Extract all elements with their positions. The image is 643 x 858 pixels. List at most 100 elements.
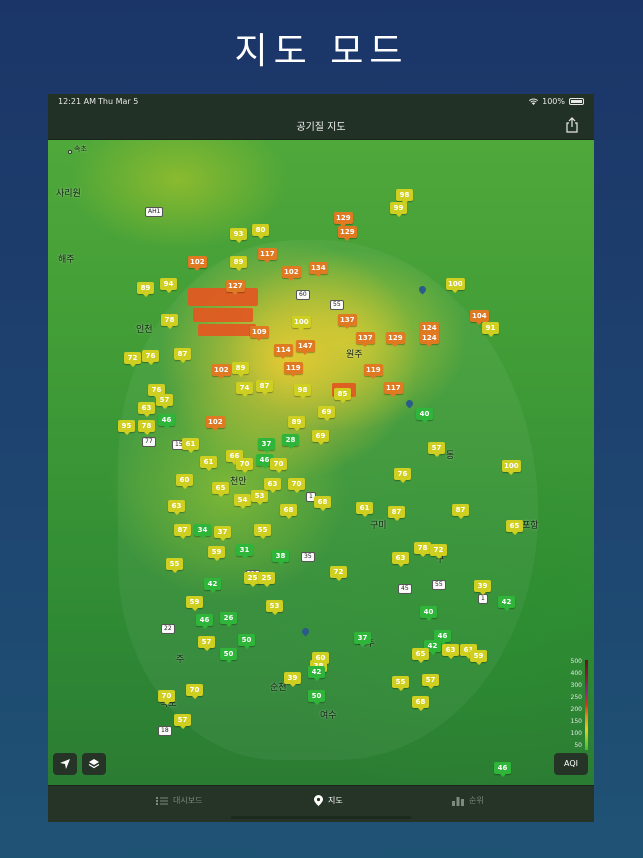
aqi-marker[interactable]: 65 [412, 648, 429, 663]
aqi-marker[interactable]: 63 [264, 478, 281, 493]
aqi-marker[interactable]: 117 [384, 382, 403, 397]
aqi-marker[interactable]: 98 [294, 384, 311, 399]
aqi-marker[interactable]: 63 [442, 644, 459, 659]
aqi-marker[interactable]: 63 [168, 500, 185, 515]
aqi-marker[interactable]: 109 [250, 326, 269, 341]
aqi-marker[interactable]: 55 [166, 558, 183, 573]
aqi-marker[interactable]: 68 [412, 696, 429, 711]
aqi-marker[interactable]: 63 [138, 402, 155, 417]
aqi-marker[interactable]: 98 [396, 189, 413, 204]
layers-button[interactable] [82, 753, 106, 775]
aqi-marker[interactable]: 102 [212, 364, 231, 379]
aqi-marker[interactable]: 89 [230, 256, 247, 271]
aqi-marker[interactable]: 87 [388, 506, 405, 521]
aqi-marker[interactable]: 119 [284, 362, 303, 377]
aqi-marker[interactable]: 78 [161, 314, 178, 329]
aqi-marker[interactable]: 63 [392, 552, 409, 567]
aqi-marker[interactable]: 37 [258, 438, 275, 453]
aqi-marker[interactable]: 74 [236, 382, 253, 397]
tab-ranking[interactable]: 순위 [452, 795, 484, 806]
aqi-marker[interactable]: 50 [238, 634, 255, 649]
aqi-marker[interactable]: 50 [220, 648, 237, 663]
aqi-marker[interactable]: 87 [452, 504, 469, 519]
aqi-toggle-button[interactable]: AQI [554, 753, 588, 775]
aqi-marker[interactable]: 91 [482, 322, 499, 337]
aqi-marker[interactable]: 42 [308, 666, 325, 681]
aqi-marker[interactable]: 38 [272, 550, 289, 565]
aqi-marker[interactable]: 68 [280, 504, 297, 519]
marker-cluster[interactable] [188, 288, 258, 306]
aqi-marker[interactable]: 100 [502, 460, 521, 475]
aqi-marker[interactable]: 54 [234, 494, 251, 509]
aqi-marker[interactable]: 70 [288, 478, 305, 493]
aqi-marker[interactable]: 59 [208, 546, 225, 561]
aqi-marker[interactable]: 57 [174, 714, 191, 729]
aqi-marker[interactable]: 55 [392, 676, 409, 691]
aqi-marker[interactable]: 46 [158, 414, 175, 429]
aqi-marker[interactable]: 87 [174, 348, 191, 363]
aqi-marker[interactable]: 78 [138, 420, 155, 435]
aqi-marker[interactable]: 28 [282, 434, 299, 449]
aqi-marker[interactable]: 95 [118, 420, 135, 435]
aqi-marker[interactable]: 53 [266, 600, 283, 615]
aqi-marker[interactable]: 57 [198, 636, 215, 651]
aqi-marker[interactable]: 72 [330, 566, 347, 581]
aqi-marker[interactable]: 102 [206, 416, 225, 431]
aqi-marker[interactable]: 65 [506, 520, 523, 535]
aqi-marker[interactable]: 72 [430, 544, 447, 559]
aqi-marker[interactable]: 99 [390, 202, 407, 217]
aqi-marker[interactable]: 70 [186, 684, 203, 699]
aqi-marker[interactable]: 87 [174, 524, 191, 539]
aqi-marker[interactable]: 39 [284, 672, 301, 687]
aqi-marker[interactable]: 39 [474, 580, 491, 595]
marker-cluster[interactable] [198, 324, 256, 336]
tab-map[interactable]: 지도 [314, 795, 343, 806]
aqi-marker[interactable]: 59 [470, 650, 487, 665]
aqi-marker[interactable]: 46 [196, 614, 213, 629]
aqi-marker[interactable]: 59 [186, 596, 203, 611]
aqi-marker[interactable]: 72 [124, 352, 141, 367]
aqi-marker[interactable]: 137 [356, 332, 375, 347]
aqi-marker[interactable]: 57 [428, 442, 445, 457]
aqi-marker[interactable]: 104 [470, 310, 489, 325]
aqi-marker[interactable]: 61 [182, 438, 199, 453]
aqi-marker[interactable]: 70 [236, 458, 253, 473]
aqi-marker[interactable]: 85 [334, 388, 351, 403]
aqi-marker[interactable]: 94 [160, 278, 177, 293]
aqi-marker[interactable]: 57 [156, 394, 173, 409]
aqi-marker[interactable]: 25 [258, 572, 275, 587]
aqi-marker[interactable]: 42 [498, 596, 515, 611]
aqi-marker[interactable]: 76 [394, 468, 411, 483]
aqi-marker[interactable]: 80 [252, 224, 269, 239]
aqi-marker[interactable]: 68 [314, 496, 331, 511]
aqi-marker[interactable]: 53 [251, 490, 268, 505]
aqi-marker[interactable]: 129 [338, 226, 357, 241]
aqi-marker[interactable]: 76 [142, 350, 159, 365]
aqi-marker[interactable]: 89 [137, 282, 154, 297]
aqi-marker[interactable]: 117 [258, 248, 277, 263]
aqi-marker[interactable]: 69 [318, 406, 335, 421]
aqi-marker[interactable]: 37 [214, 526, 231, 541]
aqi-marker[interactable]: 78 [414, 542, 431, 557]
share-icon[interactable] [562, 115, 582, 135]
aqi-marker[interactable]: 69 [312, 430, 329, 445]
aqi-marker[interactable]: 137 [338, 314, 357, 329]
aqi-marker[interactable]: 102 [282, 266, 301, 281]
aqi-marker[interactable]: 42 [204, 578, 221, 593]
aqi-marker[interactable]: 134 [309, 262, 328, 277]
aqi-marker[interactable]: 40 [416, 408, 433, 423]
aqi-marker[interactable]: 61 [356, 502, 373, 517]
aqi-marker[interactable]: 55 [254, 524, 271, 539]
aqi-marker[interactable]: 46 [494, 762, 511, 777]
aqi-marker[interactable]: 119 [364, 364, 383, 379]
aqi-marker[interactable]: 37 [354, 632, 371, 647]
aqi-marker[interactable]: 70 [158, 690, 175, 705]
aqi-marker[interactable]: 127 [226, 280, 245, 295]
aqi-marker[interactable]: 129 [386, 332, 405, 347]
air-quality-map[interactable]: 속초 사리원 해주 인천 원주 천안 구미 목포 순천 여수 포항 구 동 주 … [48, 140, 594, 785]
aqi-marker[interactable]: 65 [212, 482, 229, 497]
aqi-marker[interactable]: 34 [194, 524, 211, 539]
aqi-marker[interactable]: 26 [220, 612, 237, 627]
locate-button[interactable] [53, 753, 77, 775]
aqi-marker[interactable]: 114 [274, 344, 293, 359]
